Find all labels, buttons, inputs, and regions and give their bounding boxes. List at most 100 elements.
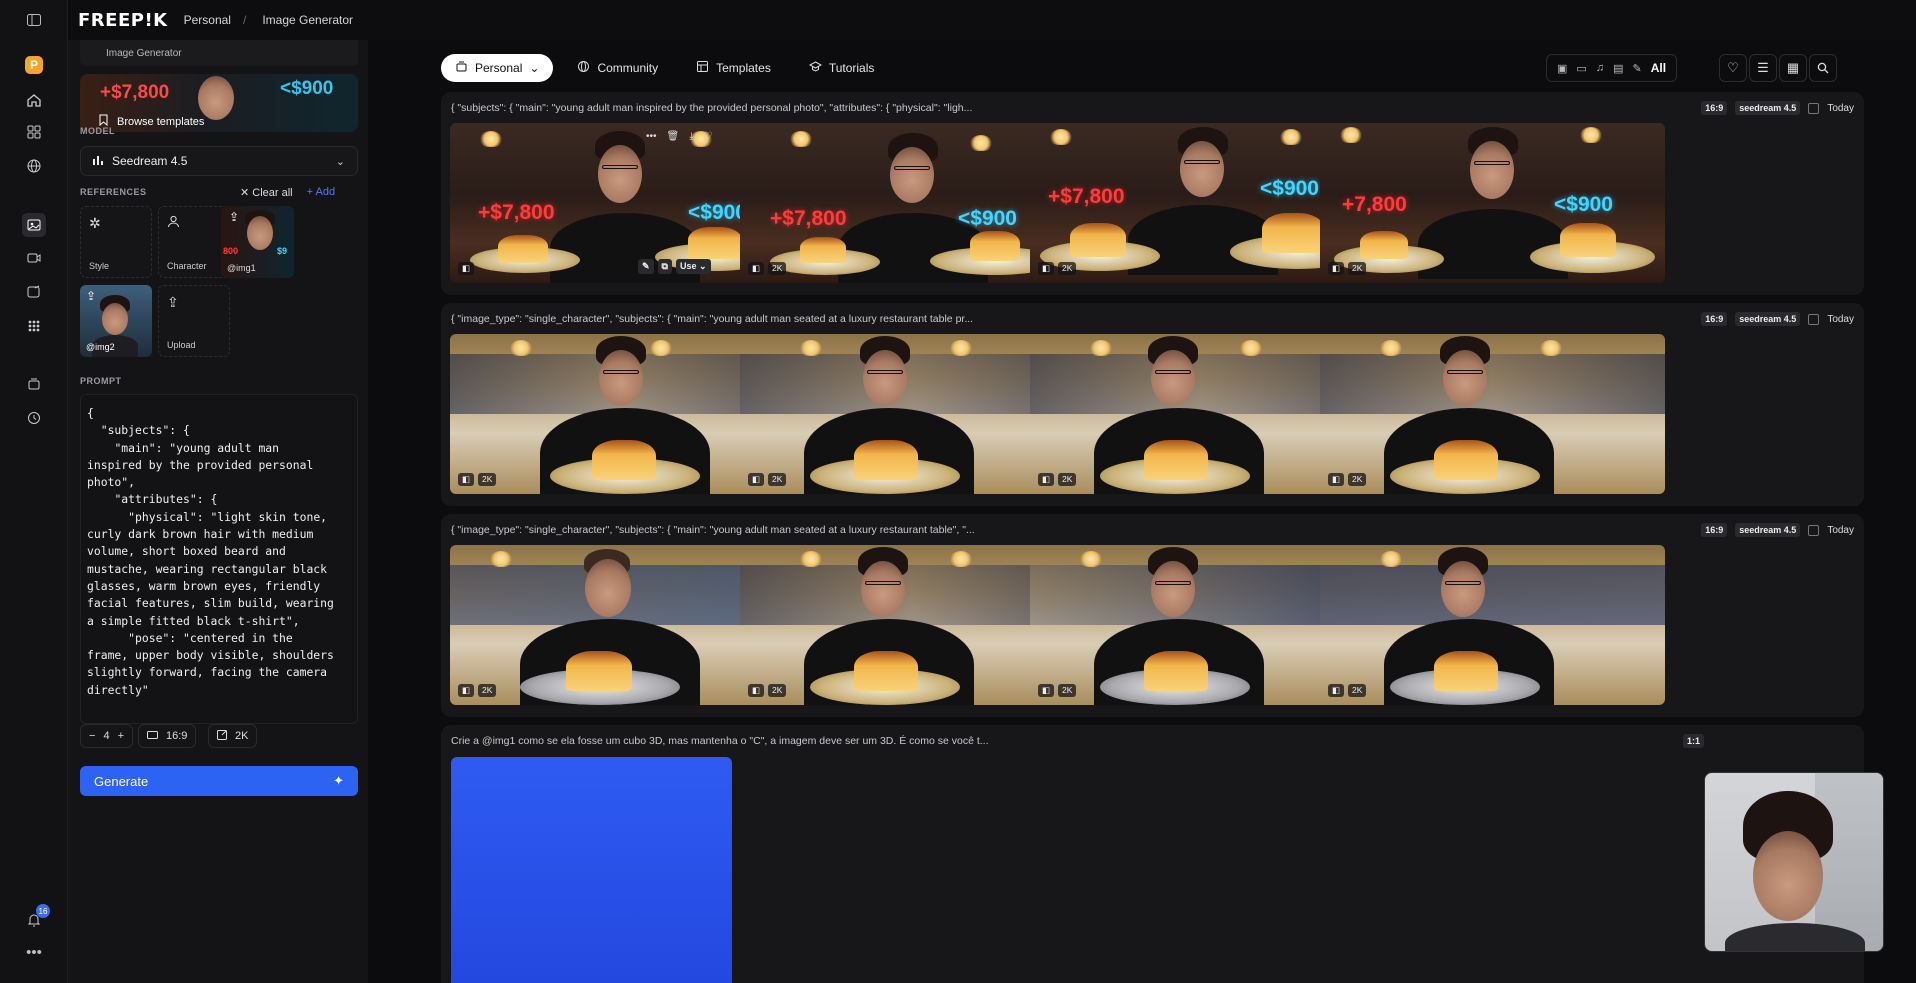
home-icon[interactable] [22,88,46,112]
image-info: ◧ 2K [1328,473,1367,486]
image-price-right: <$900 [1260,177,1319,200]
flan [1144,651,1208,691]
image-price-left: +$7,800 [478,201,555,224]
generation-row: { "image_type": "single_character", "sub… [441,514,1864,717]
upload-icon: ⇪ [167,294,179,310]
person-face [585,559,631,617]
row-prompt-text[interactable]: { "subjects": { "main": "young adult man… [451,102,1551,114]
generated-image[interactable] [451,757,732,983]
more-icon[interactable]: ••• [22,940,46,964]
image-info: ◧ [458,262,475,275]
clear-all-label: Clear all [252,187,293,199]
generated-image[interactable]: +7,800 <$900 ◧ 2K [1320,123,1665,283]
download-icon[interactable]: ⤓ [689,131,693,142]
resolution-button[interactable]: 2K [208,724,258,748]
row-prompt-text[interactable]: { "image_type": "single_character", "sub… [451,313,1551,325]
style-reference-tile[interactable]: ✲ Style [80,206,152,278]
image-info: ◧ 2K [1038,684,1077,697]
img1-face [247,216,273,250]
clear-all-button[interactable]: ✕ Clear all [240,186,293,199]
aspect-ratio-button[interactable]: 16:9 [138,724,197,748]
grid-view-icon[interactable]: ▦ [1779,54,1807,82]
aspect-badge: 16:9 [1701,523,1728,537]
person-glasses [867,370,903,374]
flan [854,440,918,480]
person-icon [167,215,180,231]
model-select[interactable]: Seedream 4.5 ⌄ [80,146,358,176]
edit-icon[interactable]: ✎ [638,259,654,274]
person-face [1151,561,1195,617]
row-select-checkbox[interactable] [1808,524,1820,536]
freepik-logo[interactable]: FREEP!K [78,10,168,31]
breadcrumb-personal[interactable]: Personal [184,13,231,27]
image-count-stepper[interactable]: − 4 + [80,724,133,748]
image-count-value: 4 [103,730,110,742]
row-prompt-text[interactable]: { "image_type": "single_character", "sub… [451,524,1551,536]
globe-icon[interactable] [22,154,46,178]
grid-dots-icon[interactable] [22,314,46,338]
audio-filter-icon[interactable]: ♫ [1596,62,1604,74]
tab-templates[interactable]: Templates [682,54,785,82]
all-filter-button[interactable]: All [1651,61,1666,75]
edit-icon[interactable] [22,280,46,304]
increment-icon[interactable]: + [118,730,124,742]
icon-rail: P 16 ••• [0,0,68,983]
more-icon[interactable]: ••• [646,131,657,142]
upload-icon: ⇪ [86,289,97,303]
video-filter-icon[interactable]: ▭ [1576,62,1586,75]
trash-icon[interactable]: 🗑 [667,131,680,142]
sliders-icon[interactable]: ☰ [1749,54,1777,82]
resolution-badge: 2K [768,473,787,486]
img1-reference-tile[interactable]: 800 $9 @img1 ⇪ [221,206,294,278]
copy-icon[interactable]: ⧉ [657,259,672,274]
upload-reference-tile[interactable]: ⇪ Upload [158,285,230,357]
image-icon[interactable] [22,213,46,237]
image-quality-icon: ◧ [1038,684,1055,697]
resolution-badge: 2K [478,684,497,697]
tool-header[interactable]: Image Generator [80,40,358,66]
generated-image[interactable]: ◧ 2K [1320,334,1665,494]
generate-button[interactable]: Generate ✦ [80,766,358,796]
img2-reference-tile[interactable]: @img2 ⇪ [80,285,152,357]
bar-chart-icon [93,154,104,168]
reference-actions: ✕ Clear all + Add [240,186,335,199]
person-body [1418,209,1568,279]
use-button[interactable]: Use ⌄ [675,259,711,274]
template-banner[interactable]: +$7,800 <$900 Browse templates [80,74,358,132]
clip-filter-icon[interactable]: ▤ [1613,62,1623,75]
heart-icon[interactable]: ♡ [1719,54,1747,82]
apps-grid-icon[interactable] [22,120,46,144]
character-reference-tile[interactable]: Character [158,206,230,278]
generated-image[interactable]: ◧ 2K [1320,545,1665,705]
tab-community[interactable]: Community [563,54,672,82]
flan [1262,213,1324,253]
image-quality-icon: ◧ [1328,262,1345,275]
image-filter-icon[interactable]: ▣ [1557,62,1567,75]
row-prompt-text[interactable]: Crie a @img1 como se ela fosse um cubo 3… [451,735,1551,747]
prompt-textarea[interactable]: { "subjects": { "main": "young adult man… [80,394,358,724]
tab-personal[interactable]: Personal ⌄ [441,54,554,82]
heart-icon[interactable]: ♡ [704,131,713,142]
chandelier [1380,551,1402,567]
chandelier [970,135,992,151]
img2-face [102,303,128,335]
brush-filter-icon[interactable]: ✎ [1632,62,1641,75]
character-tile-label: Character [167,261,207,271]
row-select-checkbox[interactable] [1808,102,1820,114]
search-icon[interactable] [1809,54,1837,82]
workspace-avatar[interactable]: P [25,56,43,74]
history-icon[interactable] [22,406,46,430]
stack-icon[interactable] [22,372,46,396]
sidebar-toggle-icon[interactable] [22,8,46,32]
image-quality-icon: ◧ [458,473,475,486]
image-quality-icon: ◧ [458,684,475,697]
row-select-checkbox[interactable] [1808,313,1820,325]
add-reference-button[interactable]: + Add [307,186,335,199]
chandelier [1280,129,1302,145]
video-icon[interactable] [22,246,46,270]
aspect-badge: 16:9 [1701,312,1728,326]
resolution-badge: 2K [768,684,787,697]
decrement-icon[interactable]: − [89,730,95,742]
tab-tutorials[interactable]: Tutorials [795,54,889,82]
chandelier [1240,340,1262,356]
